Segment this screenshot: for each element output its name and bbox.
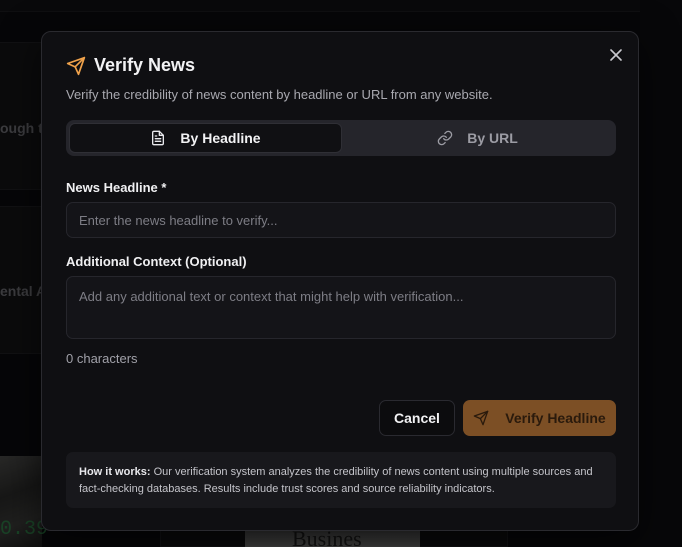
link-icon: [437, 130, 453, 146]
tab-by-url[interactable]: By URL: [342, 123, 613, 153]
close-icon: [610, 49, 622, 61]
close-button[interactable]: [607, 46, 625, 64]
tab-by-headline[interactable]: By Headline: [69, 123, 342, 153]
info-body: Our verification system analyzes the cre…: [79, 466, 593, 495]
news-headline-input[interactable]: [66, 202, 616, 238]
verify-button-label: Verify Headline: [505, 410, 606, 426]
news-headline-label: News Headline *: [66, 180, 167, 195]
dialog-title: Verify News: [94, 55, 196, 75]
dialog-subtitle: Verify the credibility of news content b…: [66, 87, 493, 102]
send-icon: [473, 410, 489, 426]
cancel-button[interactable]: Cancel: [379, 400, 455, 436]
tab-label: By URL: [467, 130, 518, 146]
verify-mode-tabs: By Headline By URL: [66, 120, 616, 156]
dialog-header: Verify News: [66, 55, 195, 76]
additional-context-label: Additional Context (Optional): [66, 254, 247, 269]
verify-news-dialog: Verify News Verify the credibility of ne…: [41, 31, 639, 531]
send-icon: [66, 56, 86, 76]
character-count: 0 characters: [66, 351, 138, 366]
how-it-works-info: How it works: Our verification system an…: [66, 452, 616, 508]
tab-label: By Headline: [180, 130, 261, 146]
document-icon: [150, 130, 166, 146]
additional-context-textarea[interactable]: [66, 276, 616, 339]
verify-headline-button[interactable]: Verify Headline: [463, 400, 616, 436]
info-heading: How it works:: [79, 466, 151, 478]
